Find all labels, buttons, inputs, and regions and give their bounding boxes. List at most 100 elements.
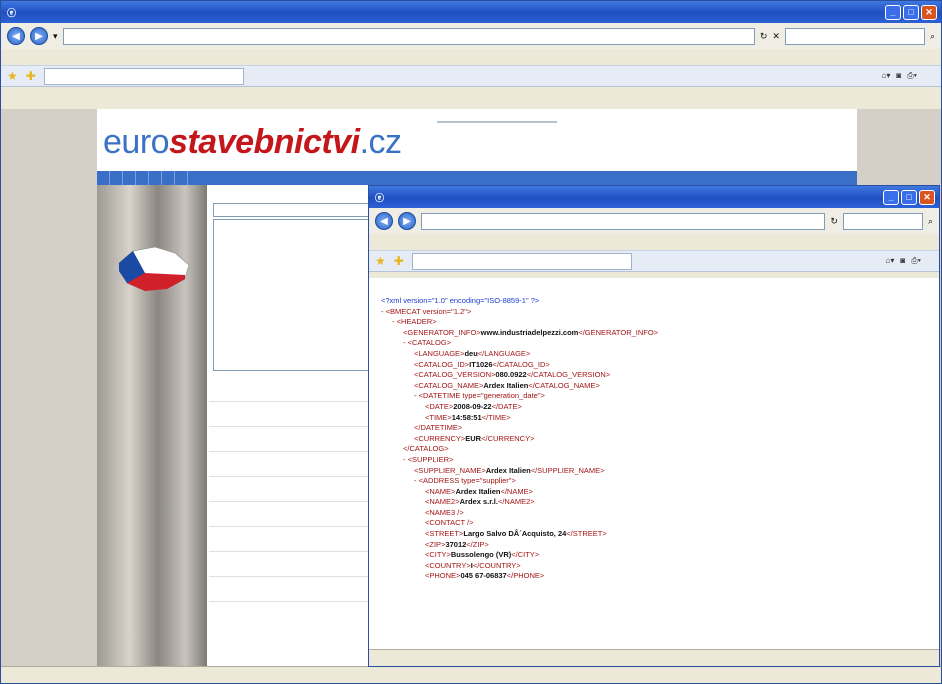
xml-close-tag: </GENERATOR_INFO> <box>578 327 659 337</box>
xml-line: <DATE>2008-09-22</DATE> <box>381 402 939 413</box>
refresh-icon[interactable]: ↻ <box>830 216 838 227</box>
main-title-bar[interactable]: ⓔ _ □ ✕ <box>1 1 941 23</box>
xml-tag[interactable]: - <ADDRESS type="supplier"> <box>414 476 516 485</box>
refresh-icon[interactable]: ↻ <box>760 31 768 42</box>
xml-line: - <SUPPLIER> <box>381 455 939 466</box>
search-icon[interactable]: ⌕ <box>930 31 935 42</box>
back-button[interactable]: ◀ <box>375 212 393 230</box>
xml-document-view: <?xml version="1.0" encoding="ISO-8859-1… <box>369 278 939 649</box>
search-icon[interactable]: ⌕ <box>928 216 933 227</box>
xml-tag: <LANGUAGE> <box>414 348 465 358</box>
nav-item[interactable] <box>179 171 188 185</box>
xml-tag: <TIME> <box>425 412 452 422</box>
main-command-bar: ⌂▾ ◙ ⎙▾ <box>882 71 935 81</box>
ie-icon: ⓔ <box>7 7 17 18</box>
xml-line: - <DATETIME type="generation_date"> <box>381 391 939 402</box>
xml-close-tag: </NAME2> <box>497 497 535 507</box>
xml-value: 045 67-06837 <box>460 571 507 581</box>
ie-icon: ⓔ <box>375 192 385 203</box>
popup-title-bar[interactable]: ⓔ _ □ ✕ <box>369 186 939 208</box>
building-photo <box>97 185 207 666</box>
xml-value: IT1026 <box>469 359 493 369</box>
minimize-button[interactable]: _ <box>883 189 899 205</box>
xml-line: <CITY>Bussolengo (VR)</CITY> <box>381 550 939 561</box>
xml-value: Bussolengo (VR) <box>450 550 512 560</box>
xml-close-tag: </ZIP> <box>466 539 489 549</box>
xml-line: <STREET>Largo Salvo DÂ´Acquisto, 24</STR… <box>381 529 939 540</box>
xml-tag: <CITY> <box>425 550 451 560</box>
nav-item[interactable] <box>166 171 175 185</box>
xml-tag[interactable]: - <SUPPLIER> <box>403 455 453 464</box>
stop-icon[interactable]: ✕ <box>772 31 780 42</box>
minimize-button[interactable]: _ <box>885 4 901 20</box>
add-favorite-icon[interactable]: ✚ <box>26 69 36 83</box>
xml-line: - <ADDRESS type="supplier"> <box>381 476 939 487</box>
xml-close-tag: </TIME> <box>481 412 511 422</box>
xml-tag[interactable]: - <CATALOG> <box>403 338 451 347</box>
main-search-input[interactable] <box>784 27 925 45</box>
favorites-star-icon[interactable]: ★ <box>375 254 386 268</box>
xml-value: 2008-09-22 <box>453 401 492 411</box>
nav-item[interactable] <box>140 171 149 185</box>
main-status-bar <box>1 666 941 683</box>
czech-map-flag <box>118 246 190 292</box>
nav-home[interactable] <box>101 171 110 185</box>
xml-tag: <DATE> <box>425 401 454 411</box>
xml-line: <NAME>Ardex Italien</NAME> <box>381 487 939 498</box>
close-button[interactable]: ✕ <box>921 4 937 20</box>
home-icon[interactable]: ⌂▾ <box>882 71 891 81</box>
popup-status-bar <box>369 649 939 666</box>
xml-close-tag: </CURRENCY> <box>481 433 535 443</box>
xml-line: <COUNTRY>I</COUNTRY> <box>381 561 939 572</box>
nav-item[interactable] <box>127 171 136 185</box>
xml-value: Ardex Italien <box>455 486 501 496</box>
xml-value: 14:58:51 <box>451 412 482 422</box>
main-url-input[interactable] <box>62 27 755 45</box>
popup-search-input[interactable] <box>842 212 923 230</box>
xml-tag: <SUPPLIER_NAME> <box>414 465 486 475</box>
home-icon[interactable]: ⌂▾ <box>886 256 895 266</box>
xml-tag: <CATALOG_VERSION> <box>414 370 496 380</box>
maximize-button[interactable]: □ <box>901 189 917 205</box>
xml-value: 080.0922 <box>495 370 527 380</box>
xml-tag: <PHONE> <box>425 571 461 581</box>
main-tab[interactable] <box>43 67 244 85</box>
forward-button[interactable]: ▶ <box>30 27 48 45</box>
xml-popup-window: ⓔ _ □ ✕ ◀ ▶ ↻ ⌕ ★ ✚ ⌂▾ ◙ ⎙▾ <?xml versio… <box>368 185 940 667</box>
back-button[interactable]: ◀ <box>7 27 25 45</box>
maximize-button[interactable]: □ <box>903 4 919 20</box>
popup-command-bar: ⌂▾ ◙ ⎙▾ <box>886 256 933 266</box>
nav-item[interactable] <box>153 171 162 185</box>
nav-item[interactable] <box>114 171 123 185</box>
forward-button[interactable]: ▶ <box>398 212 416 230</box>
dropdown-arrow-icon[interactable]: ▾ <box>53 31 58 42</box>
xml-line: <LANGUAGE>deu</LANGUAGE> <box>381 349 939 360</box>
xml-line: - <CATALOG> <box>381 338 939 349</box>
xml-line: <CATALOG_VERSION>080.0922</CATALOG_VERSI… <box>381 370 939 381</box>
xml-line: </CATALOG> <box>381 444 939 455</box>
popup-tab[interactable] <box>411 252 632 270</box>
xml-close-tag: </PHONE> <box>506 571 545 581</box>
xml-tag: <CONTACT /> <box>425 518 474 528</box>
print-icon[interactable]: ⎙▾ <box>911 256 921 266</box>
xml-value: Ardex Italien <box>483 380 529 390</box>
favorites-star-icon[interactable]: ★ <box>7 69 18 83</box>
feeds-icon[interactable]: ◙ <box>896 71 901 81</box>
xml-line: <CATALOG_NAME>Ardex Italien</CATALOG_NAM… <box>381 381 939 392</box>
xml-close-tag: </NAME> <box>500 486 533 496</box>
xml-tag: <COUNTRY> <box>425 560 471 570</box>
close-button[interactable]: ✕ <box>919 189 935 205</box>
add-favorite-icon[interactable]: ✚ <box>394 254 404 268</box>
xml-line: <CATALOG_ID>IT1026</CATALOG_ID> <box>381 360 939 371</box>
xml-tag[interactable]: - <DATETIME type="generation_date"> <box>414 391 545 400</box>
xml-line: <TIME>14:58:51</TIME> <box>381 413 939 424</box>
feeds-icon[interactable]: ◙ <box>900 256 905 266</box>
xml-value: Ardex Italien <box>485 465 531 475</box>
site-logo[interactable]: eurostavebnictvi.cz <box>103 123 402 162</box>
xml-tag: <?xml version="1.0" encoding="ISO-8859-1… <box>381 296 540 305</box>
xml-tag: <CATALOG_ID> <box>414 359 470 369</box>
print-icon[interactable]: ⎙▾ <box>907 71 917 81</box>
xml-tag[interactable]: - <HEADER> <box>392 317 437 326</box>
xml-tag[interactable]: - <BMECAT version="1.2"> <box>381 307 471 316</box>
popup-url-input[interactable] <box>421 212 826 230</box>
